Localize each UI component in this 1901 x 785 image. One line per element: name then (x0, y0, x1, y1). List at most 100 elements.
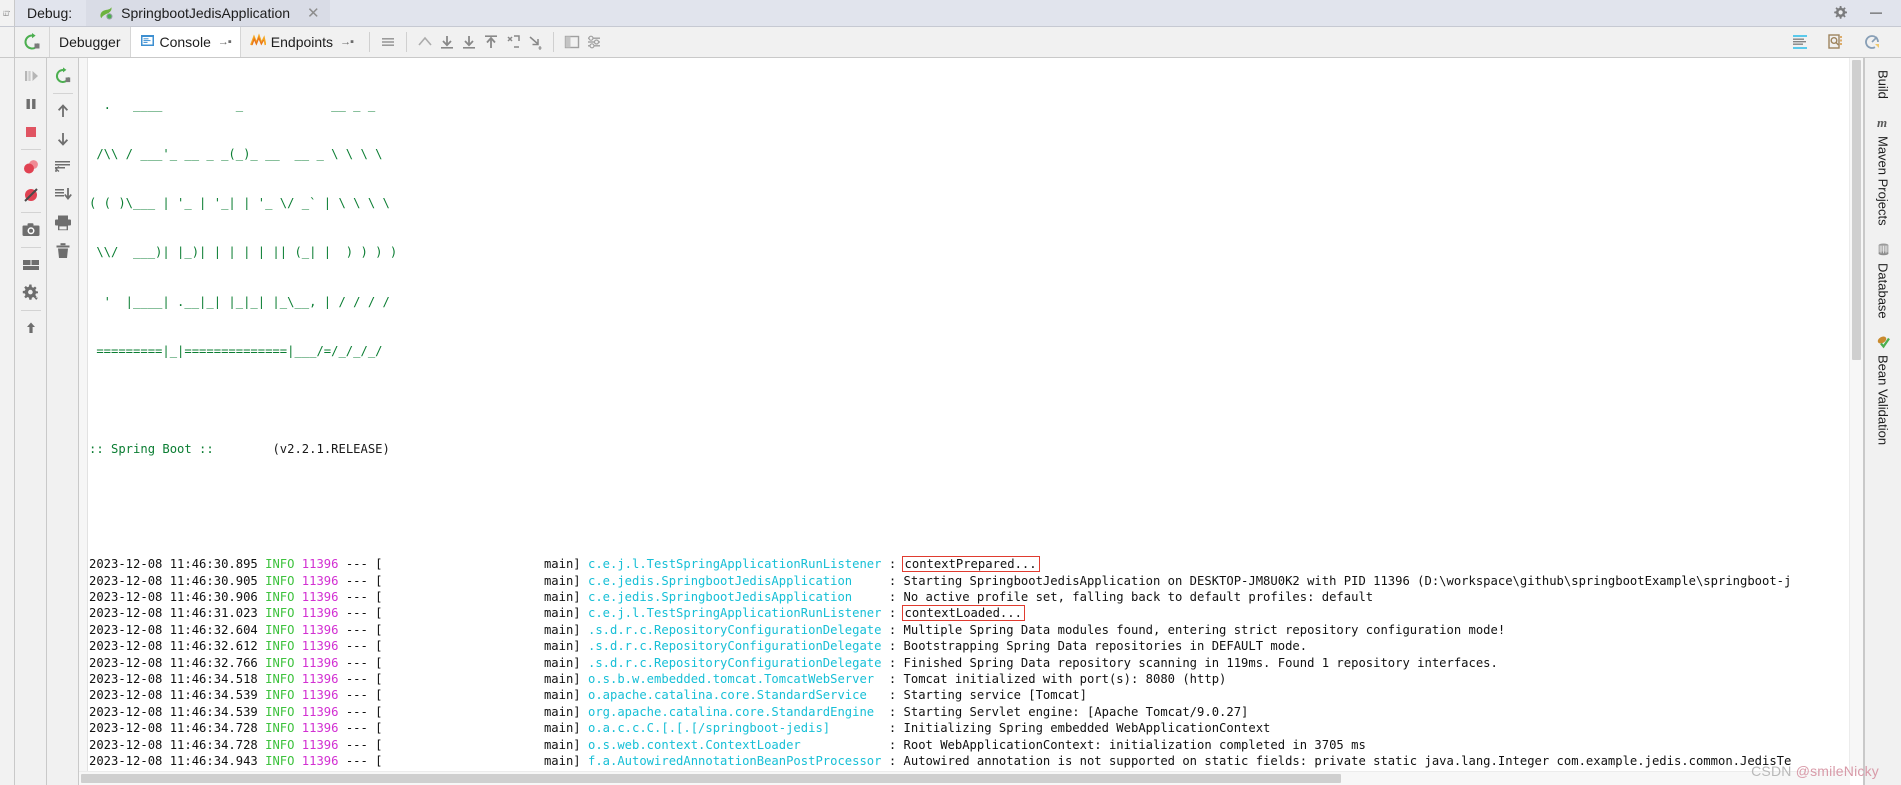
pin-icon[interactable] (17, 314, 45, 342)
log-pid: 11396 (301, 721, 346, 736)
console-horizontal-scrollbar[interactable] (79, 771, 1850, 785)
log-pid: 11396 (301, 655, 346, 670)
layout-settings-icon[interactable] (17, 251, 45, 279)
tab-endpoints-label: Endpoints (270, 34, 334, 50)
log-level: INFO (265, 557, 302, 572)
log-colon: : (888, 721, 904, 736)
log-level: INFO (265, 589, 302, 604)
tool-tab-maven-projects[interactable]: m Maven Projects (1876, 107, 1891, 234)
tab-endpoints[interactable]: Endpoints →▪ (239, 27, 362, 57)
log-timestamp: 2023-12-08 11:46:34.943 (89, 754, 266, 769)
console-icon (140, 33, 155, 51)
console-log: . ____ _ __ _ _ /\\ / ___'_ __ _ _(_)_ _… (89, 64, 1863, 785)
tab-endpoints-pin[interactable]: →▪ (340, 36, 354, 48)
log-timestamp: 2023-12-08 11:46:30.905 (89, 573, 266, 588)
spring-banner-line-5: =========|_|==============|___/=/_/_/_/ (89, 343, 383, 358)
tool-tab-database[interactable]: Database (1876, 234, 1891, 327)
debug-action-rail (15, 58, 47, 785)
pause-program-icon[interactable] (17, 90, 45, 118)
log-line: 2023-12-08 11:46:34.728 INFO 11396 --- [… (89, 737, 1863, 753)
rerun-green-icon[interactable] (49, 62, 77, 90)
maven-m-icon: m (1876, 115, 1891, 130)
svg-text:m: m (1877, 115, 1887, 130)
soft-wrap-lines-icon[interactable] (49, 153, 77, 181)
log-line: 2023-12-08 11:46:34.539 INFO 11396 --- [… (89, 704, 1863, 720)
scroll-to-end-icon[interactable] (1825, 31, 1847, 53)
spring-banner-line-1: /\\ / ___'_ __ _ _(_)_ __ __ _ \ \ \ \ (89, 147, 383, 162)
mute-breakpoints-icon[interactable] (17, 181, 45, 209)
tool-tab-bean-validation[interactable]: Bean Validation (1876, 326, 1891, 453)
post-banner-spacer (89, 491, 1863, 507)
print-icon[interactable] (1861, 31, 1883, 53)
spring-boot-tag: :: Spring Boot :: (89, 442, 214, 457)
gear-icon[interactable] (1831, 4, 1849, 22)
log-thread: main] (382, 754, 581, 769)
log-message: contextLoaded... (901, 605, 1025, 622)
console-vertical-scroll-thumb[interactable] (1852, 60, 1861, 360)
log-logger: o.s.web.context.ContextLoader (580, 737, 889, 752)
log-colon: : (888, 639, 904, 654)
resume-program-icon[interactable] (17, 62, 45, 90)
run-config-tab[interactable]: SpringbootJedisApplication ✕ (86, 0, 330, 26)
title-bar-edge-label: Ej (3, 9, 11, 17)
title-bar-actions (1831, 0, 1901, 26)
rerun-icon[interactable] (15, 32, 49, 52)
log-message: Starting Servlet engine: [Apache Tomcat/… (903, 704, 1249, 719)
log-pid: 11396 (301, 589, 346, 604)
minimize-icon[interactable] (1867, 4, 1885, 22)
trash-icon[interactable] (49, 237, 77, 265)
layout-icon[interactable] (561, 31, 583, 53)
log-separator: --- [ (345, 737, 383, 752)
log-colon: : (888, 655, 904, 670)
console-horizontal-scroll-thumb[interactable] (81, 774, 1341, 783)
log-lines-container: 2023-12-08 11:46:30.895 INFO 11396 --- [… (89, 556, 1863, 785)
log-logger: o.a.c.c.C.[.[.[/springboot-jedis] (580, 721, 889, 736)
tab-debugger[interactable]: Debugger (49, 27, 130, 57)
step-down-icon[interactable] (436, 31, 458, 53)
stop-icon[interactable] (17, 118, 45, 146)
tab-console-pin[interactable]: →▪ (218, 36, 232, 48)
console-output-panel[interactable]: . ____ _ __ _ _ /\\ / ___'_ __ _ _(_)_ _… (79, 58, 1864, 785)
log-message: Finished Spring Data repository scanning… (903, 655, 1498, 670)
soft-wrap-icon[interactable] (1789, 31, 1811, 53)
step-out-icon[interactable] (480, 31, 502, 53)
log-pid: 11396 (301, 606, 346, 621)
run-to-cursor-icon[interactable] (502, 31, 524, 53)
log-message: Starting service [Tomcat] (903, 688, 1087, 703)
toolbar-divider (368, 32, 370, 52)
log-thread: main] (382, 704, 581, 719)
settings-gear-icon[interactable] (17, 279, 45, 307)
toolbar-divider-2 (405, 32, 407, 52)
scroll-to-end-rail-icon[interactable] (49, 181, 77, 209)
console-action-rail (47, 58, 79, 785)
log-colon: : (888, 688, 904, 703)
menu-lines-icon[interactable] (377, 31, 399, 53)
log-pid: 11396 (301, 557, 346, 572)
console-vertical-scrollbar[interactable] (1849, 58, 1863, 772)
spring-banner-line-4: ' |____| .__|_| |_|_| |_\__, | / / / / (89, 294, 390, 309)
log-separator: --- [ (345, 655, 383, 670)
arrow-up-icon[interactable] (49, 97, 77, 125)
snapshot-icon[interactable] (17, 216, 45, 244)
log-line: 2023-12-08 11:46:34.539 INFO 11396 --- [… (89, 687, 1863, 703)
log-thread: main] (382, 688, 581, 703)
tab-console[interactable]: Console →▪ (129, 27, 240, 57)
rail-divider-1 (20, 149, 41, 150)
console-toolbar: Debugger Console →▪ Endpoints →▪ (0, 27, 1901, 58)
left-edge-rail (0, 58, 15, 785)
log-line: 2023-12-08 11:46:30.906 INFO 11396 --- [… (89, 589, 1863, 605)
view-breakpoints-icon[interactable] (17, 153, 45, 181)
drop-frame-icon[interactable] (524, 31, 546, 53)
log-level: INFO (265, 721, 302, 736)
step-up-icon[interactable] (414, 31, 436, 53)
force-step-down-icon[interactable] (458, 31, 480, 53)
settings-filter-icon[interactable] (583, 31, 605, 53)
log-thread: main] (382, 655, 581, 670)
tool-tab-build[interactable]: Build (1876, 62, 1891, 107)
print-rail-icon[interactable] (49, 209, 77, 237)
log-pid: 11396 (301, 754, 346, 769)
log-separator: --- [ (345, 589, 383, 604)
arrow-down-icon[interactable] (49, 125, 77, 153)
log-level: INFO (265, 606, 302, 621)
close-icon[interactable]: ✕ (307, 4, 320, 22)
